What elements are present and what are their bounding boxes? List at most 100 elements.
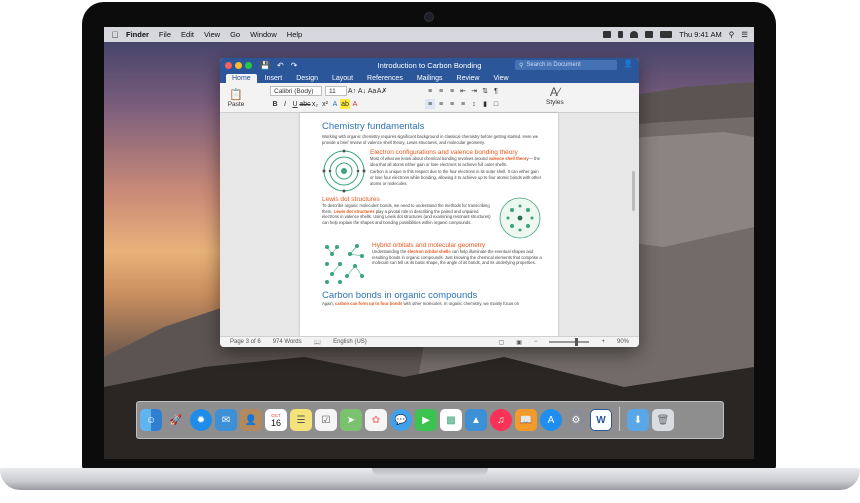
- contacts-icon[interactable]: 👤: [240, 409, 262, 431]
- clear-format-icon[interactable]: A✗: [377, 86, 388, 96]
- highlight-color-icon[interactable]: ab: [340, 99, 350, 109]
- tab-review[interactable]: Review: [451, 74, 486, 83]
- strikethrough-button[interactable]: abc: [299, 99, 310, 109]
- menu-go[interactable]: Go: [230, 30, 240, 39]
- bluetooth-icon[interactable]: [618, 31, 624, 38]
- grow-font-icon[interactable]: A↑: [347, 86, 357, 96]
- tab-view[interactable]: View: [487, 74, 514, 83]
- document-page[interactable]: Chemistry fundamentals Working with orga…: [300, 113, 558, 336]
- increase-indent-icon[interactable]: ⇥: [469, 86, 479, 96]
- apple-icon[interactable]: : [104, 30, 126, 40]
- paragraph-orbitals: Understanding the electron orbital shell…: [372, 249, 542, 266]
- shrink-font-icon[interactable]: A↓: [357, 86, 367, 96]
- borders-icon[interactable]: □: [491, 99, 501, 109]
- change-case-icon[interactable]: Aa: [367, 86, 377, 96]
- undo-icon[interactable]: ↶: [277, 61, 284, 70]
- wifi-icon[interactable]: [630, 31, 639, 38]
- facetime-icon[interactable]: ▶: [415, 409, 437, 431]
- menu-edit[interactable]: Edit: [181, 30, 194, 39]
- volume-icon[interactable]: [645, 31, 654, 38]
- decrease-indent-icon[interactable]: ⇤: [458, 86, 468, 96]
- close-button[interactable]: [225, 61, 232, 69]
- tab-home[interactable]: Home: [226, 74, 257, 83]
- notes-icon[interactable]: ☰: [290, 409, 312, 431]
- superscript-button[interactable]: x²: [320, 99, 330, 109]
- redo-icon[interactable]: ↷: [291, 61, 298, 70]
- shading-icon[interactable]: ▮: [480, 99, 490, 109]
- save-icon[interactable]: 💾: [260, 61, 270, 70]
- search-input[interactable]: ⚲ Search in Document: [515, 60, 617, 70]
- tab-insert[interactable]: Insert: [259, 74, 289, 83]
- clipboard-icon: 📋: [229, 89, 243, 101]
- page-count[interactable]: Page 3 of 6: [230, 339, 261, 345]
- sort-icon[interactable]: ⇅: [480, 86, 490, 96]
- reminders-icon[interactable]: ☑: [315, 409, 337, 431]
- notification-center-icon[interactable]: ☰: [741, 30, 748, 39]
- proofing-icon[interactable]: 📖: [314, 339, 321, 346]
- zoom-slider[interactable]: [549, 338, 590, 346]
- subscript-button[interactable]: x₂: [310, 99, 320, 109]
- zoom-button[interactable]: [245, 61, 252, 69]
- paragraph-carbon: Carbon is unique in this respect due to …: [370, 169, 542, 186]
- finder-icon[interactable]: ☺: [140, 409, 162, 431]
- line-spacing-icon[interactable]: ↕: [469, 99, 479, 109]
- word-icon[interactable]: W: [590, 409, 612, 431]
- zoom-out-icon[interactable]: −: [534, 339, 538, 345]
- view-web-layout-icon[interactable]: ▣: [516, 339, 522, 346]
- font-size-select[interactable]: 11: [325, 86, 347, 96]
- align-right-icon[interactable]: ≡: [447, 99, 457, 109]
- tab-layout[interactable]: Layout: [326, 74, 359, 83]
- appstore-icon[interactable]: A: [540, 409, 562, 431]
- ibooks-icon[interactable]: 📖: [515, 409, 537, 431]
- safari-icon[interactable]: ✹: [190, 409, 212, 431]
- share-icon[interactable]: 👤: [624, 59, 633, 68]
- heading-electron-config: Electron configurations and valence bond…: [370, 149, 518, 157]
- tab-design[interactable]: Design: [290, 74, 324, 83]
- trash-icon[interactable]: 🗑: [652, 409, 674, 431]
- minimize-button[interactable]: [235, 61, 242, 69]
- vertical-scrollbar[interactable]: [632, 171, 635, 211]
- spotlight-icon[interactable]: ⚲: [729, 30, 735, 39]
- bold-button[interactable]: B: [270, 99, 280, 109]
- menu-clock[interactable]: Thu 9:41 AM: [679, 30, 722, 39]
- multilevel-list-icon[interactable]: ≡: [447, 86, 457, 96]
- time-machine-icon[interactable]: [603, 31, 612, 38]
- text-effects-icon[interactable]: A: [330, 99, 340, 109]
- calendar-icon[interactable]: OCT 16: [265, 409, 287, 431]
- align-center-icon[interactable]: ≡: [436, 99, 446, 109]
- italic-button[interactable]: I: [280, 99, 290, 109]
- launchpad-icon[interactable]: 🚀: [165, 409, 187, 431]
- tab-mailings[interactable]: Mailings: [411, 74, 449, 83]
- messages-icon[interactable]: 💬: [390, 409, 412, 431]
- menu-window[interactable]: Window: [250, 30, 277, 39]
- zoom-level[interactable]: 90%: [617, 339, 629, 345]
- numbering-icon[interactable]: ≡: [436, 86, 446, 96]
- document-canvas[interactable]: Chemistry fundamentals Working with orga…: [220, 113, 639, 336]
- align-left-icon[interactable]: ≡: [425, 99, 435, 109]
- font-color-icon[interactable]: A: [350, 99, 360, 109]
- styles-button[interactable]: A∕ Styles: [546, 85, 564, 106]
- mail-icon[interactable]: ✉: [215, 409, 237, 431]
- battery-icon[interactable]: [660, 31, 673, 38]
- downloads-folder-icon[interactable]: ⬇: [627, 409, 649, 431]
- menu-help[interactable]: Help: [287, 30, 302, 39]
- photos-icon[interactable]: ✿: [365, 409, 387, 431]
- bullets-icon[interactable]: ≡: [425, 86, 435, 96]
- menu-finder[interactable]: Finder: [126, 30, 149, 39]
- maps-icon[interactable]: ➤: [340, 409, 362, 431]
- menu-file[interactable]: File: [159, 30, 171, 39]
- font-name-select[interactable]: Calibri (Body): [270, 86, 322, 96]
- justify-icon[interactable]: ≡: [458, 99, 468, 109]
- itunes-icon[interactable]: ♫: [490, 409, 512, 431]
- paste-button[interactable]: 📋 Paste: [226, 85, 246, 111]
- word-count[interactable]: 974 Words: [273, 339, 302, 345]
- language-label[interactable]: English (US): [333, 339, 367, 345]
- show-formatting-icon[interactable]: ¶: [491, 86, 501, 96]
- menu-view[interactable]: View: [204, 30, 220, 39]
- keynote-icon[interactable]: ▲: [465, 409, 487, 431]
- system-preferences-icon[interactable]: ⚙: [565, 409, 587, 431]
- numbers-icon[interactable]: ▩: [440, 409, 462, 431]
- tab-references[interactable]: References: [361, 74, 409, 83]
- view-print-layout-icon[interactable]: ▢: [499, 339, 505, 346]
- zoom-in-icon[interactable]: +: [601, 339, 605, 345]
